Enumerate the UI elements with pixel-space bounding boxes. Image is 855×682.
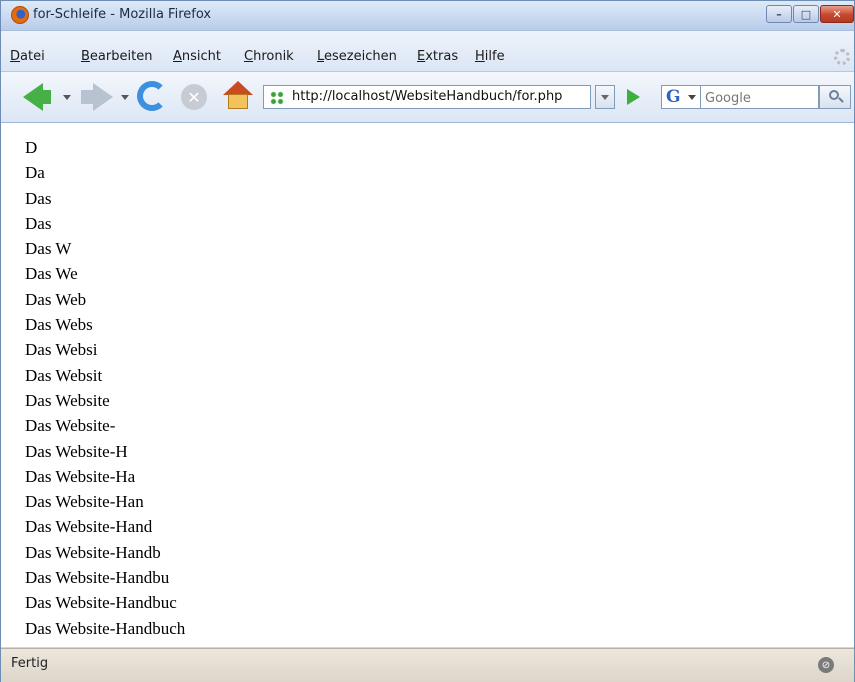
status-text: Fertig (11, 656, 49, 671)
output-line: Das Website-H (25, 441, 128, 461)
menu-chronik[interactable]: Chronik (244, 49, 294, 64)
menu-lesezeichen[interactable]: Lesezeichen (317, 49, 397, 64)
output-line: Das W (25, 239, 72, 259)
home-icon[interactable] (223, 81, 253, 111)
window-title: for-Schleife - Mozilla Firefox (33, 7, 212, 22)
forward-button[interactable] (81, 90, 93, 104)
firefox-logo-icon (11, 6, 29, 24)
menu-extras[interactable]: Extras (417, 49, 458, 64)
menu-bearbeiten[interactable]: Bearbeiten (81, 49, 152, 64)
output-line: D (25, 138, 38, 157)
go-arrow-icon[interactable] (627, 89, 640, 105)
url-text[interactable]: http://localhost/WebsiteHandbuch/for.php (292, 89, 562, 104)
output-line: Das Website (25, 390, 110, 410)
output-lines: D Da Das Das Das W Das We Das Web Das Webs Das W… (25, 135, 185, 641)
back-button[interactable] (39, 90, 51, 104)
search-button[interactable] (819, 85, 851, 109)
output-line: Das Website-Handbuc (25, 593, 177, 613)
output-line: Das Website-Hand (25, 517, 153, 537)
output-line: Das Webs (25, 315, 93, 335)
forward-arrow-icon[interactable] (93, 83, 113, 111)
page-content: D Da Das Das Das W Das We Das Web Das Webs Das W… (1, 123, 854, 647)
status-indicator-icon: ⊘ (818, 657, 834, 673)
maximize-button[interactable]: □ (793, 5, 819, 23)
output-line: Das (25, 188, 52, 208)
stop-icon[interactable]: ✕ (181, 84, 207, 110)
output-line: Das Website-Handbuch (25, 618, 186, 638)
back-history-dropdown-icon[interactable] (63, 95, 71, 100)
output-line: Das (25, 213, 52, 233)
close-button[interactable]: ✕ (820, 5, 854, 23)
output-line: Das Websi (25, 340, 98, 360)
search-engine-selector[interactable]: G (661, 85, 701, 109)
browser-window: for-Schleife - Mozilla Firefox – □ ✕ Dat… (0, 0, 855, 682)
status-bar: Fertig ⊘ (1, 648, 854, 682)
menu-ansicht[interactable]: Ansicht (173, 49, 221, 64)
output-line: Das Website- (25, 416, 116, 436)
activity-throbber-icon (834, 49, 850, 65)
chevron-down-icon (688, 95, 696, 100)
reload-icon[interactable] (137, 81, 167, 111)
output-line: Das Websit (25, 365, 103, 385)
output-line: Das We (25, 264, 78, 284)
output-line: Das Website-Ha (25, 466, 136, 486)
menu-hilfe[interactable]: Hilfe (475, 49, 505, 64)
search-input[interactable] (701, 85, 819, 109)
url-history-dropdown-button[interactable] (595, 85, 615, 109)
output-line: Das Website-Handb (25, 542, 161, 562)
output-line: Das Web (25, 289, 87, 309)
site-favicon-icon (270, 91, 284, 105)
menu-datei[interactable]: Datei (10, 49, 45, 64)
forward-history-dropdown-icon[interactable] (121, 95, 129, 100)
output-line: Das Website-Handbu (25, 568, 170, 588)
address-bar[interactable]: http://localhost/WebsiteHandbuch/for.php (263, 85, 591, 109)
output-line: Da (25, 163, 45, 183)
google-logo-icon: G (666, 87, 681, 107)
output-line: Das Website-Han (25, 492, 144, 512)
title-bar: for-Schleife - Mozilla Firefox – □ ✕ (1, 1, 854, 31)
minimize-button[interactable]: – (766, 5, 792, 23)
